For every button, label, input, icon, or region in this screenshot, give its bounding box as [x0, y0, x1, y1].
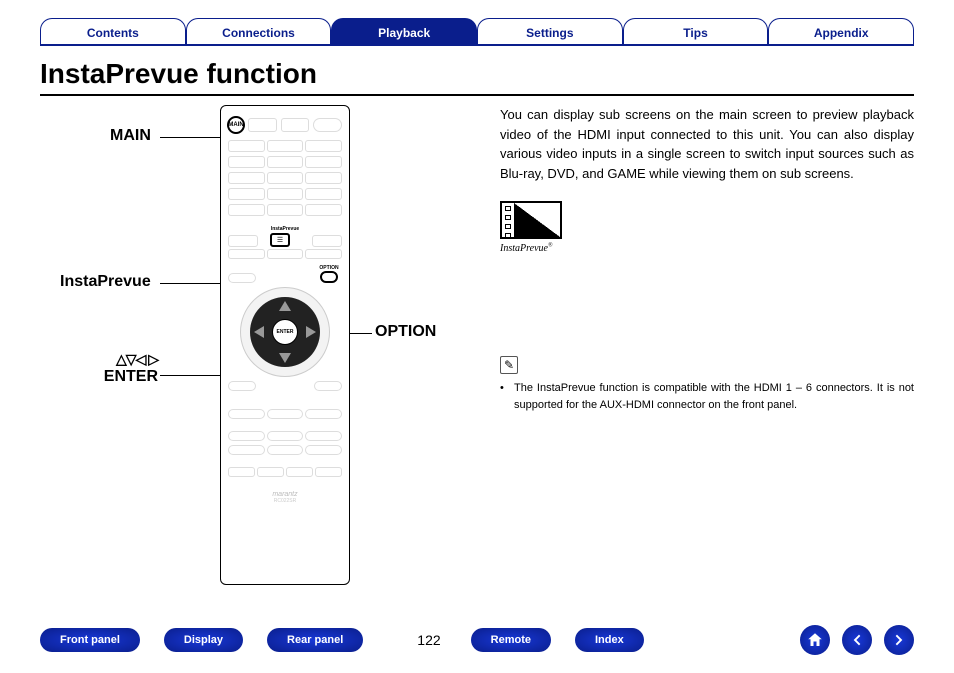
- callout-instaprevue: InstaPrevue: [60, 273, 151, 291]
- nav-front-panel[interactable]: Front panel: [40, 628, 140, 652]
- body-paragraph: You can display sub screens on the main …: [500, 105, 914, 183]
- home-icon: [806, 631, 824, 649]
- note-text: The InstaPrevue function is compatible w…: [514, 380, 914, 413]
- callout-arrows: △▽◁ ▷: [88, 351, 158, 368]
- remote-dpad: ENTER: [240, 287, 330, 377]
- content-area: MAIN InstaPrevue OPTION △▽◁ ▷ ENTER MAIN: [40, 105, 914, 613]
- back-button[interactable]: [842, 625, 872, 655]
- tab-playback[interactable]: Playback: [331, 18, 477, 44]
- remote-brand: marantz: [227, 491, 343, 498]
- bullet-dot: •: [500, 380, 514, 413]
- callout-main: MAIN: [110, 127, 151, 145]
- instaprevue-logo-icon: [500, 201, 562, 239]
- page-number: 122: [417, 632, 440, 648]
- callout-enter: ENTER: [88, 368, 158, 386]
- nav-rear-panel[interactable]: Rear panel: [267, 628, 363, 652]
- page-title: InstaPrevue function: [40, 58, 914, 96]
- remote-model: RC022SR: [227, 498, 343, 504]
- tab-appendix[interactable]: Appendix: [768, 18, 914, 44]
- remote-instaprevue-tiny-label: InstaPrevue: [270, 226, 300, 232]
- home-button[interactable]: [800, 625, 830, 655]
- remote-option-button: [320, 271, 338, 283]
- arrow-left-icon: [849, 632, 865, 648]
- tab-tips[interactable]: Tips: [623, 18, 769, 44]
- callout-option: OPTION: [375, 323, 436, 341]
- forward-button[interactable]: [884, 625, 914, 655]
- bottom-nav: Front panel Display Rear panel 122 Remot…: [40, 625, 914, 655]
- nav-index[interactable]: Index: [575, 628, 644, 652]
- body-text-area: You can display sub screens on the main …: [480, 105, 914, 613]
- top-nav-tabs: Contents Connections Playback Settings T…: [40, 18, 914, 46]
- note-icon: ✎: [500, 356, 518, 374]
- nav-display[interactable]: Display: [164, 628, 243, 652]
- arrow-right-icon: [891, 632, 907, 648]
- instaprevue-logo-text: InstaPrevue®: [500, 241, 914, 256]
- remote-instaprevue-button: ☰: [270, 233, 290, 247]
- remote-diagram-area: MAIN InstaPrevue OPTION △▽◁ ▷ ENTER MAIN: [40, 105, 480, 613]
- remote-enter-button: ENTER: [272, 319, 298, 345]
- tab-connections[interactable]: Connections: [186, 18, 332, 44]
- remote-main-button: MAIN: [227, 116, 245, 134]
- tab-settings[interactable]: Settings: [477, 18, 623, 44]
- remote-option-tiny-label: OPTION: [315, 265, 343, 271]
- tab-contents[interactable]: Contents: [40, 18, 186, 44]
- remote-control-diagram: MAIN InstaPrevue ☰: [220, 105, 350, 585]
- nav-remote[interactable]: Remote: [471, 628, 551, 652]
- instaprevue-logo: InstaPrevue®: [500, 201, 914, 256]
